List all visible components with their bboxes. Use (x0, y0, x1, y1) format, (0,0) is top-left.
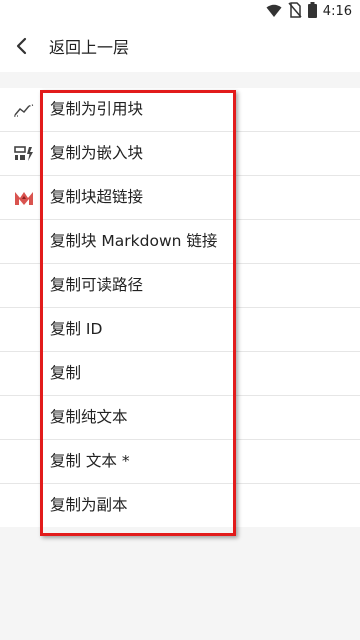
markdown-logo-icon (14, 188, 34, 208)
battery-icon (307, 2, 317, 22)
menu-item-copy[interactable]: 复制 (0, 352, 360, 396)
menu-item-label: 复制块超链接 (50, 188, 144, 206)
menu-item-copy-readable-path[interactable]: 复制可读路径 (0, 264, 360, 308)
menu-item-label: 复制块 Markdown 链接 (50, 232, 218, 250)
menu-item-label: 复制 文本 * (50, 452, 130, 470)
menu-item-label: 复制可读路径 (50, 276, 144, 294)
menu-item-copy-as-ref-block[interactable]: 复制为引用块 (0, 88, 360, 132)
embed-block-icon (14, 144, 34, 164)
status-time: 4:16 (322, 4, 352, 19)
chevron-left-icon (15, 37, 29, 59)
menu-item-copy-block-hyperlink[interactable]: 复制块超链接 (0, 176, 360, 220)
status-icons: 4:16 (266, 2, 352, 22)
copy-menu: 复制为引用块 复制为嵌入块 复制块超链接 复制块 Markdown 链接 复制可… (0, 88, 360, 527)
header-title[interactable]: 返回上一层 (49, 24, 129, 72)
menu-item-label: 复制 ID (50, 320, 103, 338)
screen: 4:16 返回上一层 复制为引用块 复制为嵌入块 复制块超链接 复制块 Mark… (0, 0, 360, 640)
menu-item-copy-plain-text[interactable]: 复制纯文本 (0, 396, 360, 440)
menu-item-copy-as-embed-block[interactable]: 复制为嵌入块 (0, 132, 360, 176)
back-button[interactable] (10, 36, 34, 60)
menu-item-label: 复制为嵌入块 (50, 144, 144, 162)
menu-item-copy-text-star[interactable]: 复制 文本 * (0, 440, 360, 484)
menu-item-label: 复制为副本 (50, 496, 128, 514)
menu-item-copy-block-markdown-link[interactable]: 复制块 Markdown 链接 (0, 220, 360, 264)
menu-item-copy-as-duplicate[interactable]: 复制为副本 (0, 484, 360, 527)
status-bar: 4:16 (0, 0, 360, 24)
menu-item-label: 复制为引用块 (50, 100, 144, 118)
menu-item-copy-id[interactable]: 复制 ID (0, 308, 360, 352)
sparkline-icon (14, 100, 34, 120)
wifi-icon (266, 3, 282, 22)
sim-no-signal-icon (288, 2, 302, 22)
header: 返回上一层 (0, 24, 360, 72)
menu-item-label: 复制纯文本 (50, 408, 128, 426)
menu-item-label: 复制 (50, 364, 82, 382)
